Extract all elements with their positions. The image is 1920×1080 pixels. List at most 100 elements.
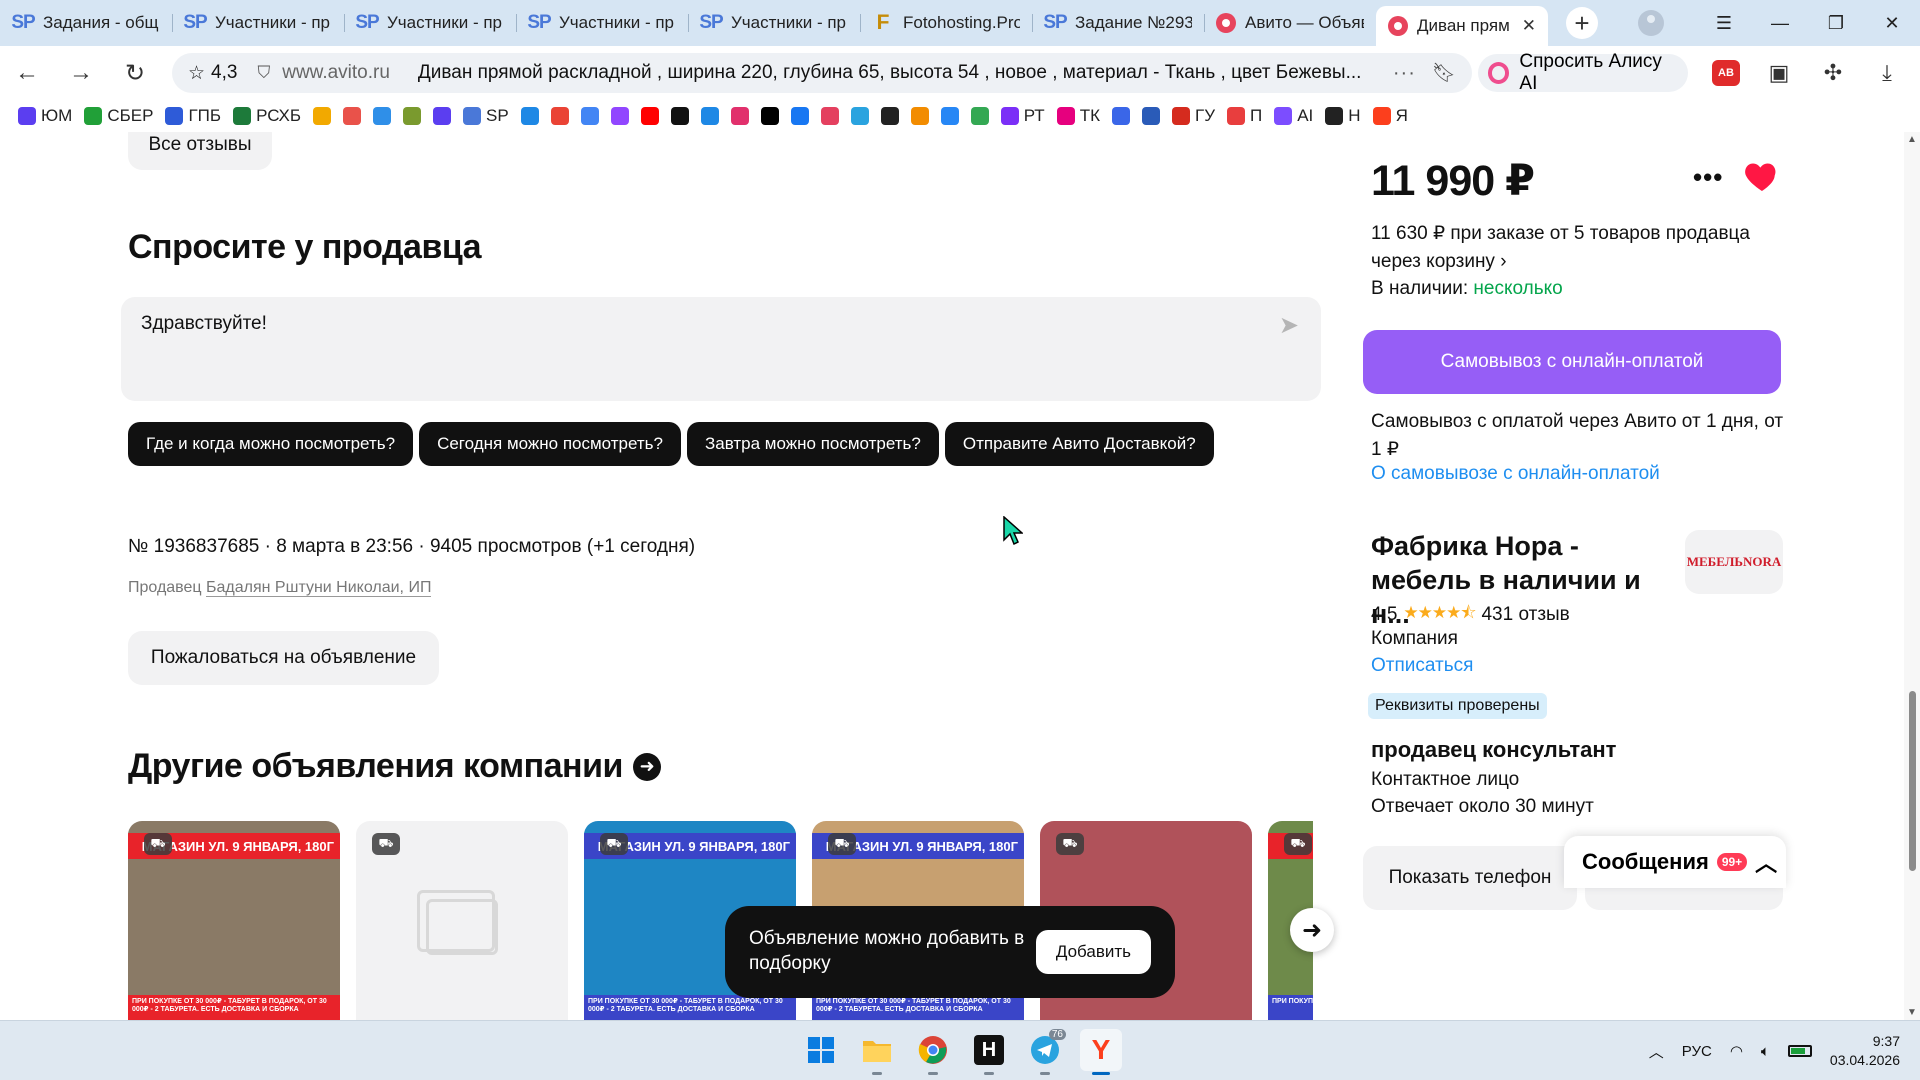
company-logo[interactable]: МЕБЕЛЬNORA — [1685, 530, 1783, 594]
bookmark-item[interactable] — [940, 107, 959, 125]
bookmark-item[interactable] — [313, 107, 332, 125]
battery-icon[interactable] — [1787, 1045, 1812, 1057]
download-icon[interactable]: ⤓ — [1872, 60, 1902, 86]
quick-reply-today[interactable]: Сегодня можно посмотреть? — [419, 422, 681, 466]
shield-icon[interactable]: ⛉ — [257, 63, 270, 83]
scroll-thumb[interactable] — [1909, 691, 1916, 871]
hyper-app-icon[interactable]: H — [968, 1029, 1010, 1075]
more-icon[interactable]: ··· — [1393, 62, 1416, 85]
bookmark-item[interactable]: Н — [1325, 106, 1361, 126]
chevron-up-icon[interactable]: ︿ — [1755, 846, 1777, 878]
url-field[interactable]: ☆ 4,3 ⛉ www.avito.ru Диван прямой раскла… — [172, 53, 1472, 93]
telegram-icon[interactable]: 76 — [1024, 1029, 1066, 1075]
browser-tab[interactable]: SP Задания - общ — [0, 0, 172, 46]
close-tab-icon[interactable]: ✕ — [1522, 16, 1536, 36]
seller-link[interactable]: Бадалян Рштуни Николаи, ИП — [206, 579, 432, 597]
bookmark-item[interactable] — [700, 107, 719, 125]
yandex-browser-icon[interactable]: Y — [1080, 1029, 1122, 1075]
other-ads-title[interactable]: Другие объявления компании ➜ — [128, 747, 661, 786]
browser-tab[interactable]: SP Задание №293 — [1032, 0, 1204, 46]
bookmark-item[interactable] — [403, 107, 422, 125]
browser-tab[interactable]: F Fotohosting.Pro — [860, 0, 1032, 46]
close-window-button[interactable]: ✕ — [1864, 13, 1920, 34]
wifi-icon[interactable]: ◠ — [1730, 1042, 1743, 1060]
bookmark-item[interactable]: П — [1227, 106, 1262, 126]
page-scrollbar[interactable]: ▲ ▼ — [1904, 132, 1920, 1020]
bookmark-item[interactable]: ГУ — [1171, 106, 1215, 126]
bookmark-item[interactable] — [520, 107, 539, 125]
bookmark-item[interactable] — [670, 107, 689, 125]
bookmark-item[interactable] — [550, 107, 569, 125]
bookmark-item[interactable] — [850, 107, 869, 125]
show-phone-button[interactable]: Показать телефон — [1363, 846, 1577, 910]
browser-tab[interactable]: SP Участники - пр — [172, 0, 344, 46]
bookmark-item[interactable] — [433, 107, 452, 125]
bookmark-item[interactable] — [820, 107, 839, 125]
send-icon[interactable]: ➤ — [1279, 311, 1299, 340]
bookmark-item[interactable]: РТ — [1000, 106, 1045, 126]
language-indicator[interactable]: РУС — [1682, 1043, 1712, 1060]
site-rating[interactable]: ☆ 4,3 — [188, 62, 237, 85]
bookmark-item[interactable]: ГПБ — [165, 106, 221, 126]
bookmark-item[interactable] — [373, 107, 392, 125]
bookmark-item[interactable] — [790, 107, 809, 125]
bookmark-item[interactable] — [1111, 107, 1130, 125]
image-extension-icon[interactable]: ▣ — [1764, 60, 1794, 86]
bookmark-item[interactable] — [970, 107, 989, 125]
tray-chevron-up-icon[interactable]: ︿ — [1649, 1041, 1664, 1062]
scroll-up-icon[interactable]: ▲ — [1907, 134, 1917, 145]
new-tab-button[interactable]: + — [1566, 7, 1598, 39]
bookmark-item[interactable]: AI — [1274, 106, 1313, 126]
price-note[interactable]: 11 630 ₽ при заказе от 5 товаров продавц… — [1371, 220, 1781, 275]
browser-tab[interactable]: SP Участники - пр — [516, 0, 688, 46]
ask-alice-button[interactable]: Спросить Алису AI — [1478, 51, 1688, 94]
pickup-online-payment-button[interactable]: Самовывоз с онлайн-оплатой — [1363, 330, 1781, 394]
bookmark-item[interactable]: РСХБ — [233, 106, 301, 126]
restore-button[interactable]: ❐ — [1808, 13, 1864, 34]
file-explorer-icon[interactable] — [856, 1029, 898, 1075]
ad-card[interactable]: ⛟ — [356, 821, 568, 1020]
unsubscribe-link[interactable]: Отписаться — [1371, 655, 1473, 677]
back-button[interactable]: ← — [0, 59, 54, 87]
profile-icon[interactable] — [1638, 10, 1664, 36]
windows-start-icon[interactable] — [800, 1029, 842, 1071]
browser-tab[interactable]: SP Участники - пр — [688, 0, 860, 46]
bookmark-item[interactable] — [610, 107, 629, 125]
clock[interactable]: 9:37 03.04.2026 — [1830, 1032, 1900, 1070]
bookmark-item[interactable] — [730, 107, 749, 125]
heart-icon[interactable] — [1742, 156, 1782, 196]
ad-card[interactable]: ⛟ МАГАЗИН УЛ. 9 ЯНВАРЯ, 180Г ПРИ ПОКУПКЕ О… — [128, 821, 340, 1020]
adblock-extension-icon[interactable]: AB — [1712, 60, 1740, 86]
bookmark-item[interactable] — [760, 107, 779, 125]
browser-tab[interactable]: Авито — Объяв — [1204, 0, 1376, 46]
quick-reply-tomorrow[interactable]: Завтра можно посмотреть? — [687, 422, 939, 466]
report-ad-button[interactable]: Пожаловаться на объявление — [128, 631, 439, 685]
all-reviews-button[interactable]: Все отзывы — [128, 132, 272, 170]
bookmark-icon[interactable]: 🔖︎ — [1432, 61, 1456, 85]
pickup-info-link[interactable]: О самовывозе с онлайн-оплатой — [1371, 463, 1660, 485]
gallery-next-button[interactable]: ➜ — [1290, 908, 1334, 952]
messages-panel[interactable]: Сообщения 99+ ︿ — [1564, 836, 1786, 888]
chrome-icon[interactable] — [912, 1029, 954, 1075]
quick-reply-delivery[interactable]: Отправите Авито Доставкой? — [944, 422, 1214, 466]
bookmark-item[interactable] — [343, 107, 362, 125]
menu-icon[interactable]: ☰ — [1696, 13, 1752, 34]
bookmark-item[interactable] — [1141, 107, 1160, 125]
volume-icon[interactable]: 🔈︎ — [1761, 1043, 1770, 1060]
bookmark-item[interactable]: ЮМ — [18, 106, 72, 126]
forward-button[interactable]: → — [54, 59, 108, 87]
bookmark-item[interactable]: Я — [1372, 106, 1408, 126]
bookmark-item[interactable]: SP — [463, 106, 509, 126]
bookmark-item[interactable] — [910, 107, 929, 125]
company-rating[interactable]: 4,5 ★★★★⯪ 431 отзыв — [1371, 600, 1570, 629]
bookmark-item[interactable] — [880, 107, 899, 125]
browser-tab[interactable]: SP Участники - пр — [344, 0, 516, 46]
message-input[interactable]: Здравствуйте! ➤ — [121, 297, 1321, 401]
bookmark-item[interactable] — [580, 107, 599, 125]
browser-tab[interactable]: Диван прям ✕ — [1376, 6, 1548, 46]
bookmark-item[interactable] — [640, 107, 659, 125]
extensions-icon[interactable]: ✣ — [1818, 60, 1848, 86]
add-to-collection-button[interactable]: Добавить — [1035, 930, 1151, 974]
reload-button[interactable]: ↻ — [108, 59, 162, 88]
quick-reply-when-where[interactable]: Где и когда можно посмотреть? — [128, 422, 414, 466]
